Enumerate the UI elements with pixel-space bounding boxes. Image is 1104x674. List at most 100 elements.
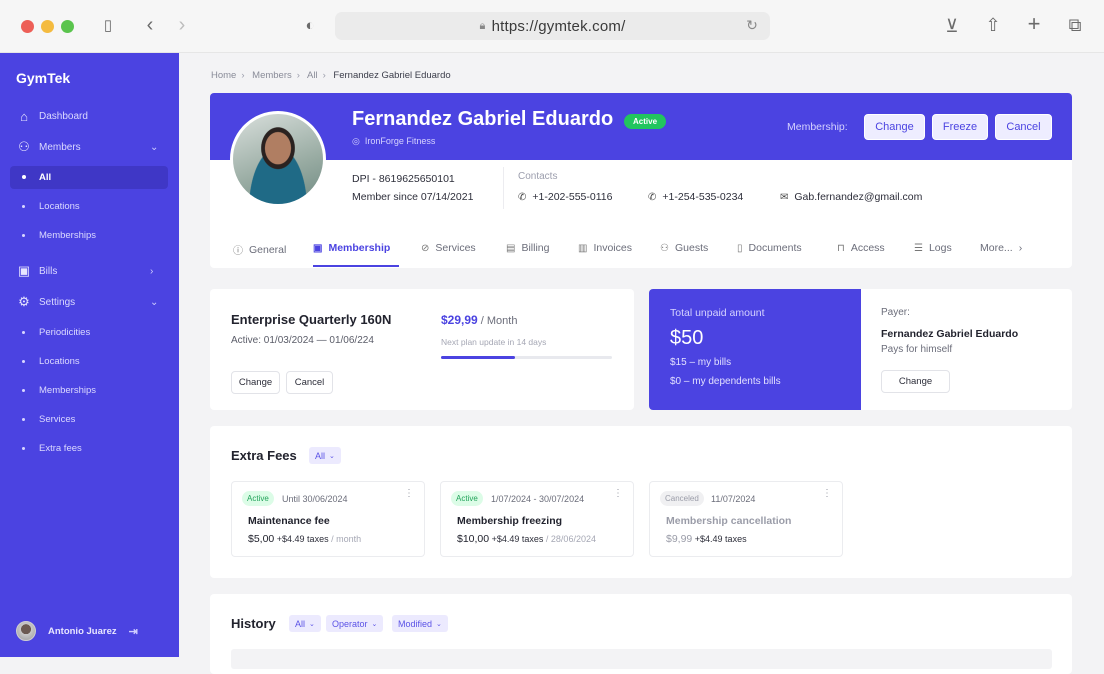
- sidebar-item-label: Extra fees: [39, 443, 82, 454]
- breadcrumb-members[interactable]: Members: [252, 70, 292, 81]
- sidebar-item-label: Locations: [39, 201, 80, 212]
- extra-fees-filter[interactable]: All ⌄: [309, 447, 341, 464]
- shield-icon[interactable]: ◐: [300, 16, 320, 36]
- tab-services[interactable]: ⊘ Services: [421, 242, 476, 254]
- email[interactable]: ✉ Gab.fernandez@gmail.com: [780, 191, 922, 203]
- phone-1[interactable]: ✆ +1-202-555-0116: [518, 191, 612, 203]
- reload-icon[interactable]: ↻: [746, 17, 758, 34]
- tab-guests[interactable]: ⚇ Guests: [660, 242, 708, 254]
- fee-period: / 28/06/2024: [543, 534, 596, 544]
- tabs-icon[interactable]: ⧉: [1065, 15, 1085, 35]
- tab-access[interactable]: ⊓ Access: [837, 242, 885, 254]
- fee-item[interactable]: Active Until 30/06/2024 ⋮ Maintenance fe…: [231, 481, 425, 557]
- badge-icon: ▣: [313, 242, 323, 254]
- sidebar-subitem-all[interactable]: All: [10, 166, 168, 189]
- history-filter-operator[interactable]: Operator ⌄: [326, 615, 384, 632]
- sidebar-item-dashboard[interactable]: ⌂ Dashboard: [0, 108, 179, 124]
- payer-change-button[interactable]: Change: [881, 370, 950, 393]
- new-tab-icon[interactable]: +: [1024, 13, 1044, 35]
- more-options-icon[interactable]: ⋮: [613, 488, 623, 499]
- chevron-down-icon: ⌄: [150, 141, 159, 153]
- browser-toolbar: ▯ ‹ › ◐ 🔒︎ https://gymtek.com/ ↻ ⊻ ⇧ + ⧉: [0, 0, 1104, 53]
- sidebar-subitem-memberships[interactable]: Memberships: [10, 224, 168, 247]
- tab-invoices[interactable]: ▥ Invoices: [578, 242, 632, 254]
- sidebar-subitem-services[interactable]: Services: [10, 408, 168, 431]
- sidebar-subitem-periodicities[interactable]: Periodicities: [10, 321, 168, 344]
- fee-item[interactable]: Active 1/07/2024 - 30/07/2024 ⋮ Membersh…: [440, 481, 634, 557]
- phone-2[interactable]: ✆ +1-254-535-0234: [648, 191, 743, 203]
- more-options-icon[interactable]: ⋮: [822, 488, 832, 499]
- history-filter-modified[interactable]: Modified ⌄: [392, 615, 448, 632]
- payer-note: Pays for himself: [881, 344, 953, 355]
- minimize-window-button[interactable]: [41, 20, 54, 33]
- fee-date: 11/07/2024: [711, 494, 756, 504]
- tab-billing[interactable]: ▤ Billing: [506, 242, 549, 254]
- avatar[interactable]: [16, 621, 36, 641]
- close-window-button[interactable]: [21, 20, 34, 33]
- plan-change-button[interactable]: Change: [231, 371, 280, 394]
- fee-status-badge: Active: [242, 491, 274, 506]
- fee-name: Maintenance fee: [248, 515, 330, 527]
- tab-logs[interactable]: ☰ Logs: [914, 242, 952, 254]
- sidebar-item-settings[interactable]: ⚙ Settings ⌄: [0, 294, 179, 310]
- address-bar[interactable]: 🔒︎ https://gymtek.com/ ↻: [335, 12, 770, 40]
- sidebar-item-label: Bills: [39, 265, 58, 277]
- plan-cancel-button[interactable]: Cancel: [286, 371, 333, 394]
- invoice-icon: ▥: [578, 242, 588, 254]
- tab-membership[interactable]: ▣ Membership: [313, 242, 390, 254]
- sidebar-toggle-icon[interactable]: ▯: [98, 16, 118, 36]
- tab-general[interactable]: ⓘ General: [233, 242, 286, 258]
- share-icon[interactable]: ⇧: [983, 15, 1003, 35]
- home-icon: ⌂: [20, 108, 28, 124]
- phone-number: +1-202-555-0116: [532, 191, 613, 203]
- fee-amount: $9,99: [666, 533, 693, 545]
- url-text: https://gymtek.com/: [491, 17, 626, 35]
- plan-card: Enterprise Quarterly 160N Active: 01/03/…: [210, 289, 634, 410]
- unpaid-total: $50: [670, 327, 704, 349]
- fee-item[interactable]: Canceled 11/07/2024 ⋮ Membership cancell…: [649, 481, 843, 557]
- chevron-down-icon: ⌄: [329, 452, 335, 460]
- logout-icon[interactable]: ⇥: [129, 625, 138, 638]
- sidebar-item-bills[interactable]: ▣ Bills ›: [0, 263, 179, 279]
- sidebar-subitem-locations[interactable]: Locations: [10, 350, 168, 373]
- plan-title: Enterprise Quarterly 160N: [231, 312, 392, 327]
- history-filter-all[interactable]: All ⌄: [289, 615, 321, 632]
- progress-fill: [441, 356, 515, 359]
- membership-label: Membership:: [787, 121, 848, 133]
- freeze-membership-button[interactable]: Freeze: [932, 114, 988, 140]
- phone-number: +1-254-535-0234: [662, 191, 744, 203]
- more-options-icon[interactable]: ⋮: [404, 488, 414, 499]
- history-table-header: [231, 649, 1052, 669]
- forward-icon[interactable]: ›: [173, 15, 191, 35]
- back-icon[interactable]: ‹: [141, 15, 159, 35]
- fee-name: Membership freezing: [457, 515, 563, 527]
- change-membership-button[interactable]: Change: [864, 114, 925, 140]
- tab-more[interactable]: More... ›: [980, 242, 1022, 254]
- tab-label: Invoices: [593, 242, 632, 254]
- tab-documents[interactable]: ▯ Documents: [737, 242, 802, 254]
- breadcrumb-home[interactable]: Home: [211, 70, 236, 81]
- sidebar-subitem-extra-fees[interactable]: Extra fees: [10, 437, 168, 460]
- download-icon[interactable]: ⊻: [942, 16, 962, 36]
- fee-status-badge: Active: [451, 491, 483, 506]
- fee-period: / month: [328, 534, 362, 544]
- sidebar-subitem-memberships[interactable]: Memberships: [10, 379, 168, 402]
- cancel-membership-button[interactable]: Cancel: [995, 114, 1052, 140]
- sidebar-item-members[interactable]: ⚇ Members ⌄: [0, 139, 179, 155]
- maximize-window-button[interactable]: [61, 20, 74, 33]
- status-badge: Active: [624, 114, 667, 129]
- filter-value: Modified: [398, 618, 433, 629]
- fee-price: $9,99 +$4.49 taxes: [666, 533, 747, 545]
- tab-label: Documents: [748, 242, 802, 254]
- fee-amount: $10,00: [457, 533, 490, 545]
- phone-icon: ✆: [648, 191, 657, 203]
- gym-name: IronForge Fitness: [364, 136, 436, 146]
- tab-label: Services: [435, 242, 476, 254]
- next-update-text: Next plan update in 14 days: [441, 337, 547, 347]
- active-tab-indicator: [313, 265, 399, 267]
- member-name: Fernandez Gabriel Eduardo: [352, 108, 614, 130]
- breadcrumb-all[interactable]: All: [307, 70, 318, 81]
- sidebar-subitem-locations[interactable]: Locations: [10, 195, 168, 218]
- breadcrumb-current: Fernandez Gabriel Eduardo: [333, 70, 451, 81]
- chevron-right-icon: ›: [322, 70, 326, 81]
